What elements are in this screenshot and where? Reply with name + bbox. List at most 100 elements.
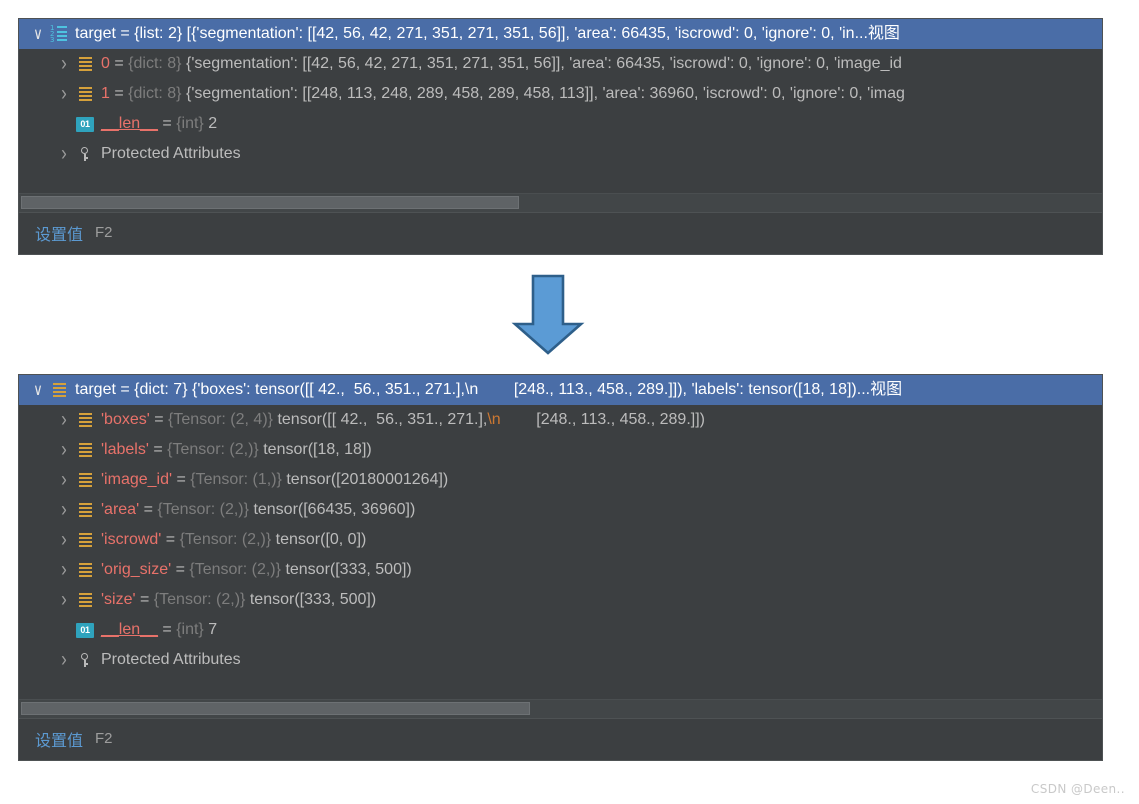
list-icon: 123 [50,25,68,44]
variable-type: {dict: 8} [128,55,182,72]
equals-sign: = [139,501,158,518]
horizontal-scrollbar-track[interactable] [19,699,1102,718]
chevron-right-icon[interactable] [55,585,73,615]
chevron-right-icon[interactable] [55,405,73,435]
variable-name: 'size' [101,591,136,608]
tree-row-iscrowd[interactable]: 'iscrowd' = {Tensor: (2,)} tensor([0, 0]… [19,525,1102,555]
variable-value: tensor([20180001264]) [286,471,449,488]
horizontal-scrollbar-thumb[interactable] [21,702,530,715]
variable-name: 'labels' [101,441,149,458]
tree-row-protected-attributes[interactable]: Protected Attributes [19,645,1102,675]
variable-type: {dict: 7} [134,381,188,398]
panel-footer: 设置值 F2 [19,212,1102,252]
equals-sign: = [109,85,129,102]
dict-icon [76,502,94,518]
tree-row-index-1[interactable]: 1 = {dict: 8} {'segmentation': [[248, 11… [19,79,1102,109]
variable-type: {int} [176,621,204,638]
chevron-right-icon[interactable] [55,555,73,585]
variable-value: tensor([333, 500]) [249,591,377,608]
tree-row-index-0[interactable]: 0 = {dict: 8} {'segmentation': [[42, 56,… [19,49,1102,79]
variables-tree-list[interactable]: 123 target = {list: 2} [{'segmentation':… [19,19,1102,193]
variable-name: 'orig_size' [101,561,172,578]
variable-value: tensor([66435, 36960]) [253,501,416,518]
tree-row-orig-size[interactable]: 'orig_size' = {Tensor: (2,)} tensor([333… [19,555,1102,585]
int-icon: 01 [76,116,94,132]
dict-icon [76,86,94,102]
chevron-right-icon[interactable] [55,465,73,495]
variable-value-pre: tensor([[ 42., 56., 351., 271.], [277,411,488,428]
dict-icon [76,56,94,72]
variable-type: {Tensor: (2,)} [189,561,281,578]
variable-name: __len__ [101,115,158,132]
tree-row-protected-attributes[interactable]: Protected Attributes [19,139,1102,169]
tree-row-boxes[interactable]: 'boxes' = {Tensor: (2, 4)} tensor([[ 42.… [19,405,1102,435]
chevron-right-icon[interactable] [55,139,73,169]
tree-row-len[interactable]: 01 __len__ = {int} 7 [19,615,1102,645]
key-icon [77,146,93,162]
variable-name: 0 [101,55,110,72]
variable-value: {'segmentation': [[42, 56, 42, 271, 351,… [185,55,902,72]
tree-row-target-list[interactable]: 123 target = {list: 2} [{'segmentation':… [19,19,1102,49]
variable-type: {int} [176,115,204,132]
variable-type: {Tensor: (2,)} [157,501,249,518]
equals-sign: = [149,411,169,428]
dict-icon [76,592,94,608]
variable-name: 1 [101,85,110,102]
down-arrow-graphic [507,272,589,357]
equals-sign: = [115,25,135,42]
variable-value: 2 [208,115,218,132]
chevron-right-icon[interactable] [55,435,73,465]
variable-name: __len__ [101,621,158,638]
debugger-variables-panel-dict: target = {dict: 7} {'boxes': tensor([[ 4… [18,374,1103,761]
chevron-right-icon[interactable] [55,495,73,525]
tree-empty-space [19,169,1102,183]
dict-icon [50,382,68,398]
protected-attributes-label: Protected Attributes [101,145,241,162]
tree-row-size[interactable]: 'size' = {Tensor: (2,)} tensor([333, 500… [19,585,1102,615]
tree-row-area[interactable]: 'area' = {Tensor: (2,)} tensor([66435, 3… [19,495,1102,525]
variable-name: 'area' [101,501,140,518]
variable-type: {list: 2} [134,25,183,42]
tree-row-image-id[interactable]: 'image_id' = {Tensor: (1,)} tensor([2018… [19,465,1102,495]
variable-name: target [75,25,116,42]
debugger-variables-panel-list: 123 target = {list: 2} [{'segmentation':… [18,18,1103,255]
int-icon: 01 [76,622,94,638]
variable-type: {Tensor: (2, 4)} [168,411,273,428]
variables-tree-dict[interactable]: target = {dict: 7} {'boxes': tensor([[ 4… [19,375,1102,699]
set-value-link[interactable]: 设置值 [35,221,83,245]
panel-footer: 设置值 F2 [19,718,1102,758]
variable-value: {'segmentation': [[248, 113, 248, 289, 4… [185,85,905,102]
tree-empty-space [19,675,1102,689]
variable-type: {Tensor: (1,)} [190,471,282,488]
chevron-down-icon[interactable] [29,19,47,49]
set-value-shortcut: F2 [95,730,113,747]
equals-sign: = [172,471,191,488]
chevron-right-icon[interactable] [55,49,73,79]
set-value-link[interactable]: 设置值 [35,727,83,751]
equals-sign: = [148,441,168,458]
chevron-right-icon[interactable] [55,645,73,675]
protected-attributes-label: Protected Attributes [101,651,241,668]
dict-icon [76,412,94,428]
tree-row-target-dict[interactable]: target = {dict: 7} {'boxes': tensor([[ 4… [19,375,1102,405]
dict-icon [76,562,94,578]
set-value-shortcut: F2 [95,224,113,241]
dict-icon [76,532,94,548]
horizontal-scrollbar-track[interactable] [19,193,1102,212]
variable-name: 'iscrowd' [101,531,162,548]
variable-name: target [75,381,116,398]
horizontal-scrollbar-thumb[interactable] [21,196,520,209]
chevron-right-icon[interactable] [55,79,73,109]
tree-row-labels[interactable]: 'labels' = {Tensor: (2,)} tensor([18, 18… [19,435,1102,465]
variable-type: {Tensor: (2,)} [153,591,246,608]
chevron-right-icon[interactable] [55,525,73,555]
equals-sign: = [157,621,177,638]
variable-value: {'boxes': tensor([[ 42., 56., 351., 271.… [191,381,903,398]
variable-value: tensor([333, 500]) [285,561,412,578]
chevron-down-icon[interactable] [29,375,47,405]
tree-row-len[interactable]: 01 __len__ = {int} 2 [19,109,1102,139]
variable-name: 'boxes' [101,411,150,428]
variable-value: 7 [208,621,218,638]
variable-type: {dict: 8} [128,85,182,102]
screenshot-root: 123 target = {list: 2} [{'segmentation':… [0,0,1139,804]
